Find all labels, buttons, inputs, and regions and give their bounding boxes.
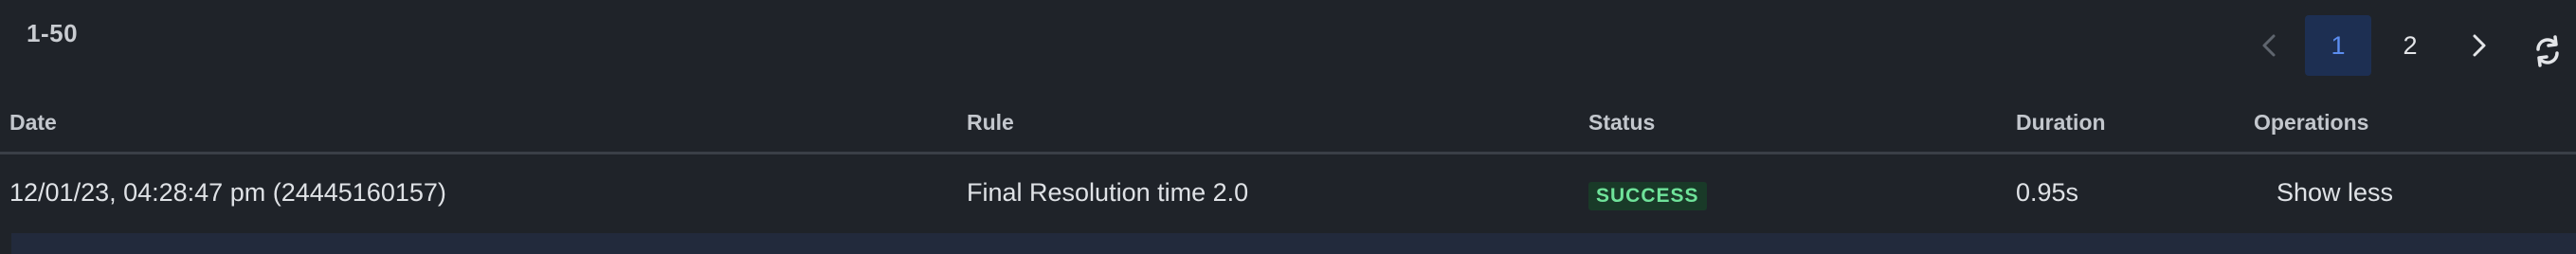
page-button-2[interactable]: 2 [2377, 15, 2443, 76]
table-header: Date Rule Status Duration Operations [0, 102, 2576, 154]
table-row[interactable]: 12/01/23, 04:28:47 pm (24445160157) Fina… [0, 155, 2576, 231]
row-rule: Final Resolution time 2.0 [967, 178, 1249, 207]
row-duration: 0.95s [2016, 178, 2079, 207]
refresh-button[interactable] [2529, 32, 2567, 70]
expanded-row-details [11, 233, 2576, 254]
toolbar: 1-50 1 2 [0, 0, 2576, 87]
refresh-icon [2536, 35, 2559, 67]
pagination: 1 2 [2239, 15, 2515, 76]
show-less-button[interactable]: Show less [2277, 178, 2393, 208]
column-header-date[interactable]: Date [9, 110, 57, 136]
next-page-button[interactable] [2449, 15, 2510, 76]
chevron-left-icon [2262, 34, 2276, 57]
column-header-rule[interactable]: Rule [967, 110, 1014, 136]
result-range-label: 1-50 [27, 19, 79, 47]
column-header-operations: Operations [2254, 110, 2369, 135]
chevron-right-icon [2473, 34, 2486, 57]
column-header-duration[interactable]: Duration [2016, 110, 2106, 136]
page-button-1[interactable]: 1 [2305, 15, 2371, 76]
column-header-status[interactable]: Status [1588, 110, 1655, 136]
row-date: 12/01/23, 04:28:47 pm (24445160157) [9, 178, 446, 207]
previous-page-button[interactable] [2239, 15, 2299, 76]
status-badge: SUCCESS [1588, 182, 1707, 210]
